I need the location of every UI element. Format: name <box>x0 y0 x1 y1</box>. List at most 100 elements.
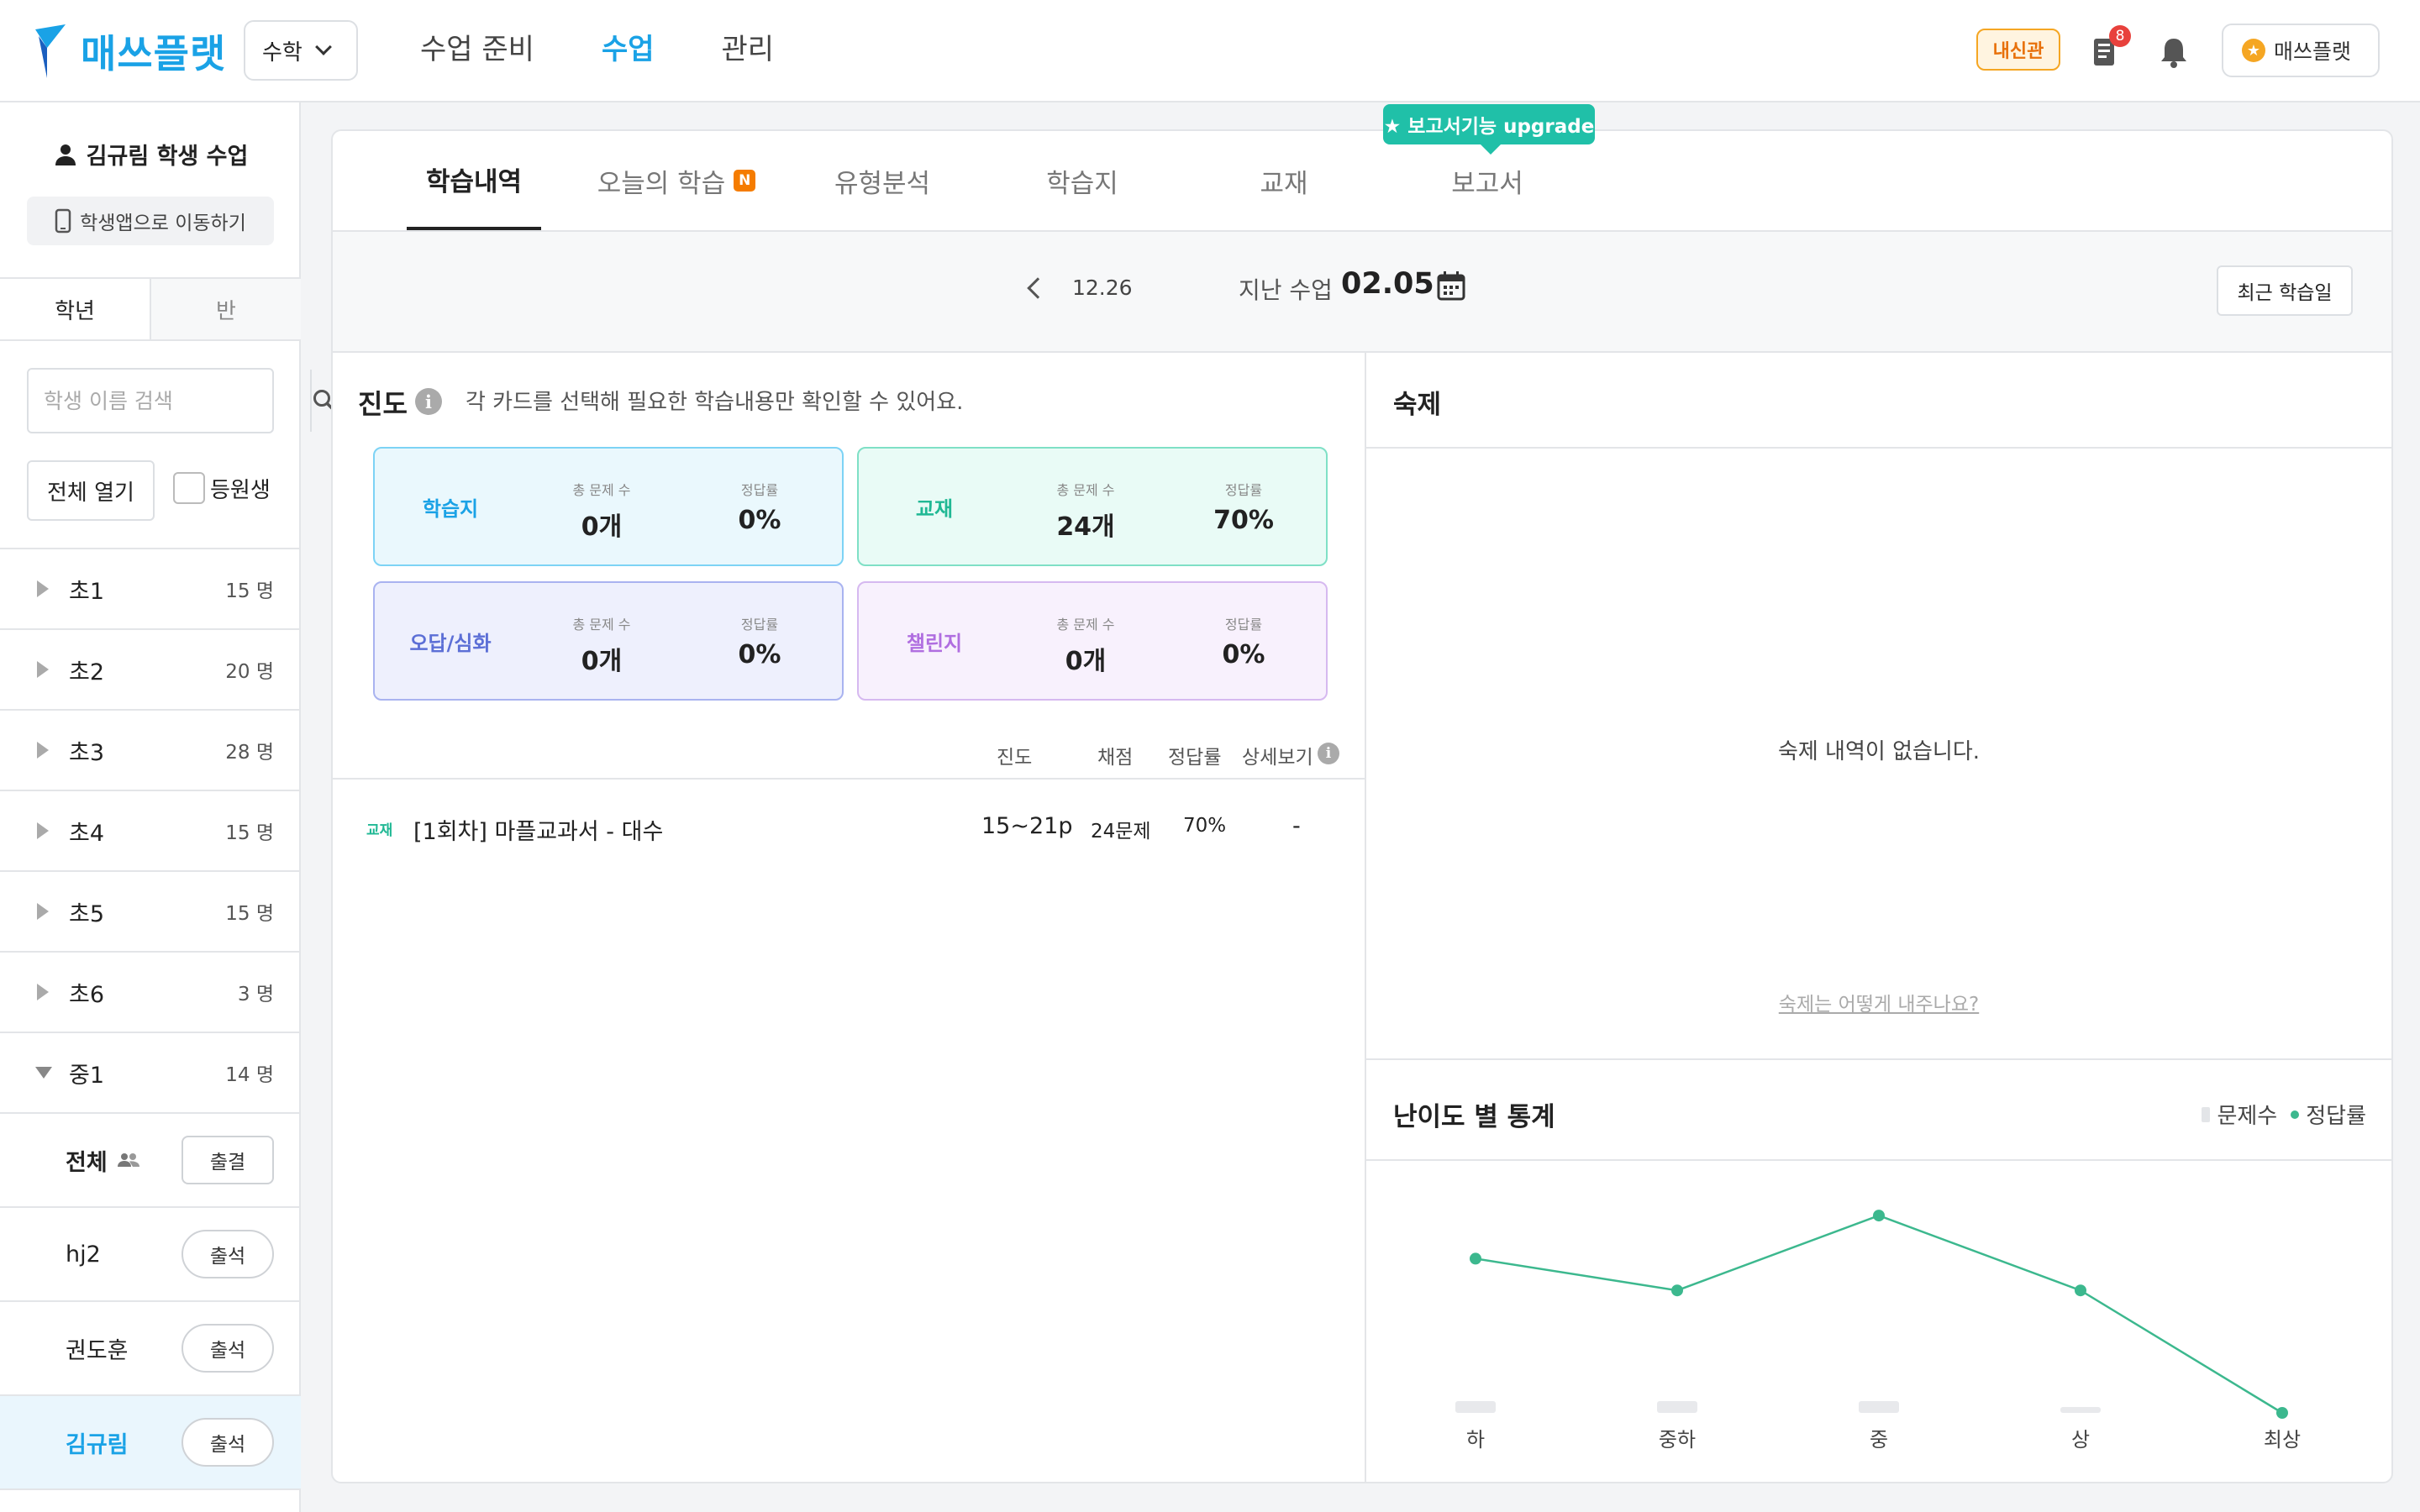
profile-button[interactable]: ★ 매쓰플랫 <box>2222 24 2380 77</box>
grade-row-5[interactable]: 초5 15 명 <box>0 872 301 953</box>
tab-textbook[interactable]: 교재 <box>1217 131 1351 230</box>
card-title: 오답/심화 <box>409 631 492 655</box>
card-total-stat: 총 문제 수 24개 <box>1027 479 1144 543</box>
chart-point-상[interactable] <box>2075 1284 2086 1297</box>
class-row-all[interactable]: 전체 출결 <box>0 1114 301 1208</box>
stat-label: 정답률 <box>740 482 779 498</box>
attend-button[interactable]: 출석 <box>182 1418 274 1467</box>
report-upgrade-tooltip[interactable]: ★ 보고서기능 upgrade <box>1383 104 1595 155</box>
caret-right-icon <box>37 580 49 597</box>
chart-bar-중 <box>1859 1401 1899 1413</box>
stat-value: 0% <box>1222 640 1265 669</box>
tab-grade[interactable]: 학년 <box>0 279 151 339</box>
grade-count: 15 명 <box>225 822 274 844</box>
previous-date[interactable]: 12.26 <box>1072 276 1133 300</box>
stat-value: 0개 <box>581 647 623 676</box>
grade-row-3[interactable]: 초3 28 명 <box>0 711 301 791</box>
attend-button[interactable]: 출석 <box>182 1230 274 1278</box>
legend-bar-swatch <box>2202 1106 2211 1122</box>
grade-row-7[interactable]: 중1 14 명 <box>0 1033 301 1114</box>
caret-right-icon <box>37 661 49 678</box>
card-total-stat: 총 문제 수 0개 <box>543 479 660 543</box>
info-icon[interactable]: i <box>1318 743 1339 764</box>
row-rate: 70% <box>1183 815 1227 837</box>
student-class-title: 김규림 학생 수업 <box>0 138 301 171</box>
grade-row-4[interactable]: 초4 15 명 <box>0 791 301 872</box>
open-all-button[interactable]: 전체 열기 <box>27 460 155 521</box>
student-search-input[interactable] <box>29 370 310 432</box>
chart-line-rate <box>1475 1214 2283 1415</box>
chart-point-최상[interactable] <box>2276 1407 2288 1419</box>
tab-today-learning[interactable]: 오늘의 학습 N <box>588 131 765 230</box>
stat-label: 총 문제 수 <box>1056 482 1115 498</box>
chevron-left-icon[interactable] <box>1027 277 1049 299</box>
tab-learning-history[interactable]: 학습내역 <box>407 131 541 230</box>
stats-title: 난이도 별 통계 <box>1393 1102 1555 1132</box>
info-icon[interactable]: i <box>415 388 442 415</box>
stat-label: 정답률 <box>1224 617 1263 633</box>
notification-count-badge: 8 <box>2109 25 2131 47</box>
row-graded: 24문제 <box>1091 821 1151 843</box>
card-worksheet[interactable]: 학습지 총 문제 수 0개 정답률 0% <box>373 447 844 566</box>
nav-manage[interactable]: 관리 <box>722 25 775 74</box>
grade-count: 14 명 <box>225 1064 274 1086</box>
student-row[interactable]: hj2 출석 <box>0 1208 301 1302</box>
logo[interactable]: 매쓰플랫 <box>35 24 226 79</box>
enrolled-filter[interactable]: 등원생 <box>173 472 271 504</box>
row-detail[interactable]: - <box>1292 813 1301 839</box>
row-tag: 교재 <box>366 822 393 839</box>
grade-name: 초4 <box>69 820 105 847</box>
grade-count: 15 명 <box>225 580 274 602</box>
nav-class-prep[interactable]: 수업 준비 <box>420 25 534 74</box>
chart-tick-label: 하 <box>1466 1428 1485 1452</box>
homework-help-link-text[interactable]: 숙제는 어떻게 내주나요? <box>1779 994 1979 1016</box>
calendar-icon[interactable] <box>1437 270 1465 301</box>
grade-row-1[interactable]: 초1 15 명 <box>0 549 301 630</box>
attendance-button[interactable]: 출결 <box>182 1136 274 1184</box>
caret-right-icon <box>37 822 49 839</box>
card-rate-stat: 정답률 0% <box>701 479 818 535</box>
school-badge[interactable]: 내신관 <box>1976 29 2060 71</box>
grade-count: 15 명 <box>225 903 274 925</box>
progress-description: 각 카드를 선택해 필요한 학습내용만 확인할 수 있어요. <box>466 390 964 415</box>
chart-point-하[interactable] <box>1470 1252 1481 1265</box>
card-title: 챌린지 <box>906 631 963 655</box>
tab-class[interactable]: 반 <box>151 279 301 339</box>
card-rate-stat: 정답률 0% <box>701 613 818 669</box>
card-challenge[interactable]: 챌린지 총 문제 수 0개 정답률 0% <box>857 581 1328 701</box>
bell-icon[interactable] <box>2158 35 2190 69</box>
card-wrong-advanced[interactable]: 오답/심화 총 문제 수 0개 정답률 0% <box>373 581 844 701</box>
tab-type-analysis[interactable]: 유형분석 <box>815 131 950 230</box>
grade-count: 3 명 <box>237 984 274 1005</box>
column-header-graded: 채점 <box>1097 747 1134 769</box>
attend-button[interactable]: 출석 <box>182 1324 274 1373</box>
chart-bar-상 <box>2060 1407 2101 1413</box>
legend-item-rate: 정답률 <box>2306 1104 2366 1129</box>
grade-row-6[interactable]: 초6 3 명 <box>0 953 301 1033</box>
caret-right-icon <box>37 903 49 920</box>
table-row[interactable]: 교재 [1회차] 마플교과서 - 대수 15~21p 24문제 70% - <box>333 780 1365 877</box>
card-textbook[interactable]: 교재 총 문제 수 24개 정답률 70% <box>857 447 1328 566</box>
chart-point-중[interactable] <box>1873 1210 1885 1222</box>
card-rate-stat: 정답률 70% <box>1185 479 1302 535</box>
chart-point-중하[interactable] <box>1671 1284 1683 1297</box>
go-to-student-app-button[interactable]: 학생앱으로 이동하기 <box>27 197 274 245</box>
homework-help-link: 숙제는 어떻게 내주나요? <box>1366 988 2391 1016</box>
student-row-selected[interactable]: 김규림 출석 <box>0 1396 301 1490</box>
grade-row-2[interactable]: 초2 20 명 <box>0 630 301 711</box>
sidebar: 김규림 학생 수업 학생앱으로 이동하기 학년 반 전체 열기 등원생 초1 1… <box>0 102 336 1512</box>
grade-name: 초5 <box>69 900 105 927</box>
row-pages: 15~21p <box>981 813 1073 839</box>
enrolled-checkbox[interactable] <box>173 472 205 504</box>
subject-select[interactable]: 수학 <box>244 20 358 81</box>
new-badge: N <box>734 170 756 192</box>
subject-select-value: 수학 <box>262 39 302 66</box>
current-date: 02.05 <box>1341 267 1434 301</box>
progress-section: 진도 i 각 카드를 선택해 필요한 학습내용만 확인할 수 있어요. 학습지 … <box>333 353 1366 1483</box>
recent-study-date-button[interactable]: 최근 학습일 <box>2217 265 2353 316</box>
tab-worksheet[interactable]: 학습지 <box>1015 131 1150 230</box>
stat-value: 24개 <box>1056 512 1115 542</box>
student-row[interactable]: 권도훈 출석 <box>0 1302 301 1396</box>
profile-label: 매쓰플랫 <box>2274 39 2352 64</box>
nav-class[interactable]: 수업 <box>602 25 655 74</box>
